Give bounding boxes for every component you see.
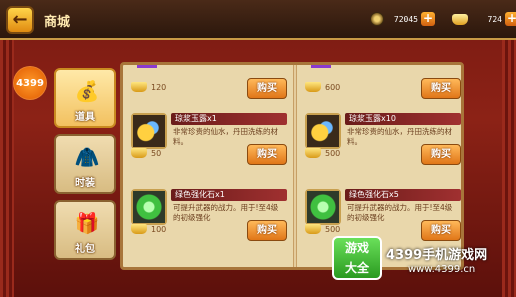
- item-price: 500: [325, 224, 341, 234]
- curtain-left: [0, 40, 14, 297]
- buy-button[interactable]: 购买: [247, 220, 287, 241]
- watermark-logo-top: 游戏: [344, 241, 369, 255]
- ingot-balance: 724 +: [452, 10, 516, 28]
- coin-value: 72045: [393, 14, 418, 24]
- arrow-left-icon: ←: [12, 9, 28, 30]
- item-price: 500: [325, 148, 341, 158]
- coin-icon: [370, 12, 384, 26]
- tab-label: 礼包: [75, 244, 95, 255]
- item-name: 琼浆玉露x10: [349, 114, 396, 123]
- buy-button[interactable]: 购买: [247, 78, 287, 99]
- ingot-value: 724: [487, 14, 502, 24]
- item-name: 绿色强化石x5: [349, 190, 399, 199]
- price-row: 120: [131, 77, 166, 97]
- gold-ingot-icon: [131, 148, 147, 158]
- item-top-accent: [311, 65, 331, 68]
- gold-ingot-icon: [305, 148, 321, 158]
- shop-item-card: 600 购买: [301, 65, 461, 101]
- watermark-logo: 游戏 大全: [332, 236, 382, 280]
- price-row: 50: [131, 143, 161, 163]
- shop-item-card: 120 购买: [127, 65, 289, 101]
- buy-button[interactable]: 购买: [421, 78, 461, 99]
- price-row: 600: [305, 77, 340, 97]
- tab-label: 时装: [75, 178, 95, 189]
- item-price: 50: [151, 148, 162, 158]
- gold-ingot-icon: [131, 224, 147, 234]
- item-top-accent: [137, 65, 157, 68]
- treasure-bag-icon: 💰: [74, 79, 100, 103]
- watermark-url: www.4399.cn: [408, 264, 476, 275]
- shop-item-card: 绿色强化石x1 可提升武器的战力。用于!至4级的初级强化 100 购买: [127, 185, 289, 243]
- item-price: 600: [325, 82, 341, 92]
- gold-ingot-icon: [305, 82, 321, 92]
- buy-button[interactable]: 购买: [421, 144, 461, 165]
- add-coin-button[interactable]: +: [421, 12, 435, 26]
- tab-items[interactable]: 💰 道具: [54, 68, 116, 128]
- item-price: 120: [151, 82, 167, 92]
- back-button[interactable]: ←: [6, 6, 34, 34]
- buy-button[interactable]: 购买: [421, 220, 461, 241]
- price-row: 500: [305, 143, 340, 163]
- page-title: 商城: [44, 15, 71, 30]
- add-ingot-button[interactable]: +: [505, 12, 516, 26]
- gold-ingot-icon: [131, 82, 147, 92]
- watermark-text: 4399手机游戏网: [386, 248, 488, 263]
- watermark-logo-bottom: 大全: [344, 261, 369, 275]
- coin-balance: 72045 +: [370, 10, 435, 28]
- tab-gift[interactable]: 🎁 礼包: [54, 200, 116, 260]
- shop-item-card: 琼浆玉露x1 非常珍贵的仙水，丹田洗练的材料。 50 购买: [127, 109, 289, 167]
- tab-outfit[interactable]: 🧥 时装: [54, 134, 116, 194]
- curtain-right: [502, 40, 516, 297]
- shop-grid: 120 购买 600 购买 琼浆玉露x1 非常珍贵的仙水，丹田洗练的材料。 50…: [120, 62, 464, 270]
- tab-label: 道具: [75, 112, 95, 123]
- shop-item-card: 绿色强化石x5 可提升武器的战力。用于!至4级的初级强化 500 购买: [301, 185, 461, 243]
- item-name: 绿色强化石x1: [175, 190, 225, 199]
- 4399-logo: 4399: [13, 66, 47, 100]
- gold-ingot-icon: [305, 224, 321, 234]
- item-name: 琼浆玉露x1: [175, 114, 217, 123]
- outfit-icon: 🧥: [74, 145, 100, 169]
- buy-button[interactable]: 购买: [247, 144, 287, 165]
- item-price: 100: [151, 224, 167, 234]
- top-bar: ← 商城 72045 + 724 +: [0, 0, 516, 40]
- game-screen: ← 商城 72045 + 724 + 4399 💰 道具 🧥 时装 🎁 礼包 1…: [0, 0, 516, 297]
- gift-box-icon: 🎁: [74, 211, 100, 235]
- gold-ingot-icon: [452, 13, 468, 25]
- column-divider: [293, 65, 297, 267]
- shop-item-card: 琼浆玉露x10 非常珍贵的仙水，丹田洗练的材料。 500 购买: [301, 109, 461, 167]
- price-row: 100: [131, 219, 166, 239]
- category-tabs: 💰 道具 🧥 时装 🎁 礼包: [50, 62, 122, 270]
